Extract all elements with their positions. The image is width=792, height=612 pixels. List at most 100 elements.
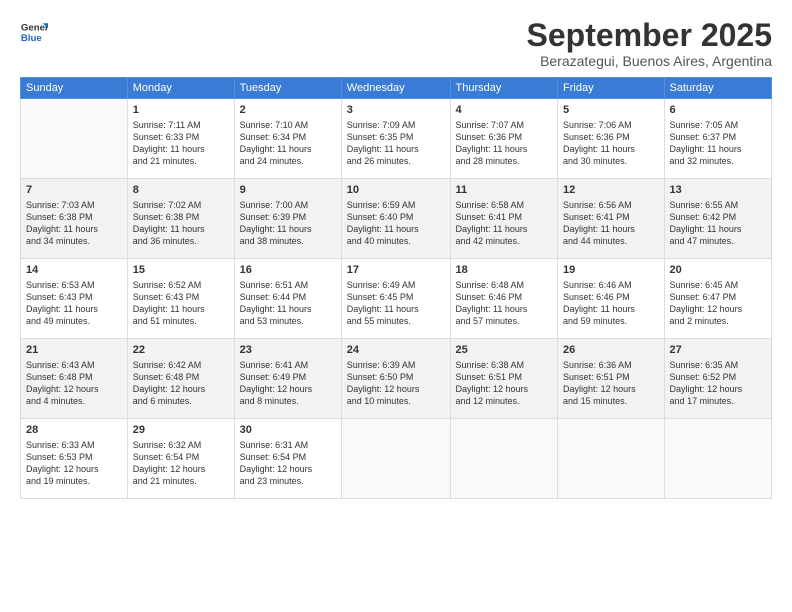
header: General Blue September 2025 Berazategui,… (20, 18, 772, 69)
svg-text:Blue: Blue (21, 33, 42, 44)
day-number: 19 (563, 263, 659, 278)
page: General Blue September 2025 Berazategui,… (0, 0, 792, 612)
calendar-week-row: 7Sunrise: 7:03 AMSunset: 6:38 PMDaylight… (21, 179, 772, 259)
table-row (558, 419, 665, 499)
day-number: 17 (347, 263, 445, 278)
table-row: 11Sunrise: 6:58 AMSunset: 6:41 PMDayligh… (450, 179, 558, 259)
table-row: 23Sunrise: 6:41 AMSunset: 6:49 PMDayligh… (234, 339, 341, 419)
day-number: 30 (240, 423, 336, 438)
day-number: 11 (456, 183, 553, 198)
day-info: Sunrise: 7:09 AMSunset: 6:35 PMDaylight:… (347, 119, 445, 168)
day-number: 22 (133, 343, 229, 358)
table-row: 1Sunrise: 7:11 AMSunset: 6:33 PMDaylight… (127, 99, 234, 179)
day-info: Sunrise: 6:35 AMSunset: 6:52 PMDaylight:… (670, 359, 766, 408)
day-number: 24 (347, 343, 445, 358)
col-wednesday: Wednesday (341, 78, 450, 99)
table-row: 15Sunrise: 6:52 AMSunset: 6:43 PMDayligh… (127, 259, 234, 339)
day-info: Sunrise: 6:36 AMSunset: 6:51 PMDaylight:… (563, 359, 659, 408)
subtitle: Berazategui, Buenos Aires, Argentina (527, 53, 772, 69)
day-number: 14 (26, 263, 122, 278)
table-row: 30Sunrise: 6:31 AMSunset: 6:54 PMDayligh… (234, 419, 341, 499)
table-row: 27Sunrise: 6:35 AMSunset: 6:52 PMDayligh… (664, 339, 771, 419)
day-number: 4 (456, 103, 553, 118)
calendar-header-row: Sunday Monday Tuesday Wednesday Thursday… (21, 78, 772, 99)
logo: General Blue (20, 18, 50, 46)
day-info: Sunrise: 6:45 AMSunset: 6:47 PMDaylight:… (670, 279, 766, 328)
table-row (341, 419, 450, 499)
day-info: Sunrise: 7:06 AMSunset: 6:36 PMDaylight:… (563, 119, 659, 168)
table-row: 3Sunrise: 7:09 AMSunset: 6:35 PMDaylight… (341, 99, 450, 179)
day-number: 15 (133, 263, 229, 278)
table-row: 17Sunrise: 6:49 AMSunset: 6:45 PMDayligh… (341, 259, 450, 339)
table-row: 2Sunrise: 7:10 AMSunset: 6:34 PMDaylight… (234, 99, 341, 179)
day-info: Sunrise: 6:39 AMSunset: 6:50 PMDaylight:… (347, 359, 445, 408)
day-info: Sunrise: 6:53 AMSunset: 6:43 PMDaylight:… (26, 279, 122, 328)
table-row: 4Sunrise: 7:07 AMSunset: 6:36 PMDaylight… (450, 99, 558, 179)
day-info: Sunrise: 6:51 AMSunset: 6:44 PMDaylight:… (240, 279, 336, 328)
day-number: 20 (670, 263, 766, 278)
col-tuesday: Tuesday (234, 78, 341, 99)
day-number: 16 (240, 263, 336, 278)
day-number: 7 (26, 183, 122, 198)
title-block: September 2025 Berazategui, Buenos Aires… (527, 18, 772, 69)
table-row: 26Sunrise: 6:36 AMSunset: 6:51 PMDayligh… (558, 339, 665, 419)
day-info: Sunrise: 6:43 AMSunset: 6:48 PMDaylight:… (26, 359, 122, 408)
day-number: 9 (240, 183, 336, 198)
day-number: 12 (563, 183, 659, 198)
day-number: 5 (563, 103, 659, 118)
day-info: Sunrise: 7:00 AMSunset: 6:39 PMDaylight:… (240, 199, 336, 248)
table-row: 13Sunrise: 6:55 AMSunset: 6:42 PMDayligh… (664, 179, 771, 259)
day-number: 26 (563, 343, 659, 358)
table-row: 25Sunrise: 6:38 AMSunset: 6:51 PMDayligh… (450, 339, 558, 419)
day-info: Sunrise: 7:03 AMSunset: 6:38 PMDaylight:… (26, 199, 122, 248)
day-info: Sunrise: 6:46 AMSunset: 6:46 PMDaylight:… (563, 279, 659, 328)
day-info: Sunrise: 7:02 AMSunset: 6:38 PMDaylight:… (133, 199, 229, 248)
day-info: Sunrise: 6:38 AMSunset: 6:51 PMDaylight:… (456, 359, 553, 408)
day-info: Sunrise: 7:05 AMSunset: 6:37 PMDaylight:… (670, 119, 766, 168)
table-row: 20Sunrise: 6:45 AMSunset: 6:47 PMDayligh… (664, 259, 771, 339)
calendar-table: Sunday Monday Tuesday Wednesday Thursday… (20, 77, 772, 499)
table-row: 21Sunrise: 6:43 AMSunset: 6:48 PMDayligh… (21, 339, 128, 419)
day-number: 6 (670, 103, 766, 118)
table-row: 29Sunrise: 6:32 AMSunset: 6:54 PMDayligh… (127, 419, 234, 499)
table-row (21, 99, 128, 179)
table-row (664, 419, 771, 499)
table-row: 6Sunrise: 7:05 AMSunset: 6:37 PMDaylight… (664, 99, 771, 179)
day-info: Sunrise: 6:58 AMSunset: 6:41 PMDaylight:… (456, 199, 553, 248)
day-info: Sunrise: 7:07 AMSunset: 6:36 PMDaylight:… (456, 119, 553, 168)
calendar-week-row: 28Sunrise: 6:33 AMSunset: 6:53 PMDayligh… (21, 419, 772, 499)
table-row: 24Sunrise: 6:39 AMSunset: 6:50 PMDayligh… (341, 339, 450, 419)
day-info: Sunrise: 6:41 AMSunset: 6:49 PMDaylight:… (240, 359, 336, 408)
day-info: Sunrise: 6:55 AMSunset: 6:42 PMDaylight:… (670, 199, 766, 248)
col-thursday: Thursday (450, 78, 558, 99)
table-row: 14Sunrise: 6:53 AMSunset: 6:43 PMDayligh… (21, 259, 128, 339)
day-info: Sunrise: 6:52 AMSunset: 6:43 PMDaylight:… (133, 279, 229, 328)
day-number: 23 (240, 343, 336, 358)
table-row: 19Sunrise: 6:46 AMSunset: 6:46 PMDayligh… (558, 259, 665, 339)
day-number: 2 (240, 103, 336, 118)
table-row: 5Sunrise: 7:06 AMSunset: 6:36 PMDaylight… (558, 99, 665, 179)
day-info: Sunrise: 6:32 AMSunset: 6:54 PMDaylight:… (133, 439, 229, 488)
day-info: Sunrise: 6:33 AMSunset: 6:53 PMDaylight:… (26, 439, 122, 488)
table-row: 7Sunrise: 7:03 AMSunset: 6:38 PMDaylight… (21, 179, 128, 259)
day-number: 3 (347, 103, 445, 118)
table-row: 10Sunrise: 6:59 AMSunset: 6:40 PMDayligh… (341, 179, 450, 259)
day-info: Sunrise: 6:42 AMSunset: 6:48 PMDaylight:… (133, 359, 229, 408)
day-info: Sunrise: 7:11 AMSunset: 6:33 PMDaylight:… (133, 119, 229, 168)
col-saturday: Saturday (664, 78, 771, 99)
day-number: 10 (347, 183, 445, 198)
day-number: 13 (670, 183, 766, 198)
day-info: Sunrise: 6:59 AMSunset: 6:40 PMDaylight:… (347, 199, 445, 248)
day-info: Sunrise: 7:10 AMSunset: 6:34 PMDaylight:… (240, 119, 336, 168)
day-number: 25 (456, 343, 553, 358)
col-friday: Friday (558, 78, 665, 99)
day-number: 27 (670, 343, 766, 358)
day-info: Sunrise: 6:31 AMSunset: 6:54 PMDaylight:… (240, 439, 336, 488)
day-info: Sunrise: 6:48 AMSunset: 6:46 PMDaylight:… (456, 279, 553, 328)
day-number: 18 (456, 263, 553, 278)
calendar-week-row: 1Sunrise: 7:11 AMSunset: 6:33 PMDaylight… (21, 99, 772, 179)
table-row: 28Sunrise: 6:33 AMSunset: 6:53 PMDayligh… (21, 419, 128, 499)
calendar-week-row: 21Sunrise: 6:43 AMSunset: 6:48 PMDayligh… (21, 339, 772, 419)
table-row: 18Sunrise: 6:48 AMSunset: 6:46 PMDayligh… (450, 259, 558, 339)
day-number: 8 (133, 183, 229, 198)
